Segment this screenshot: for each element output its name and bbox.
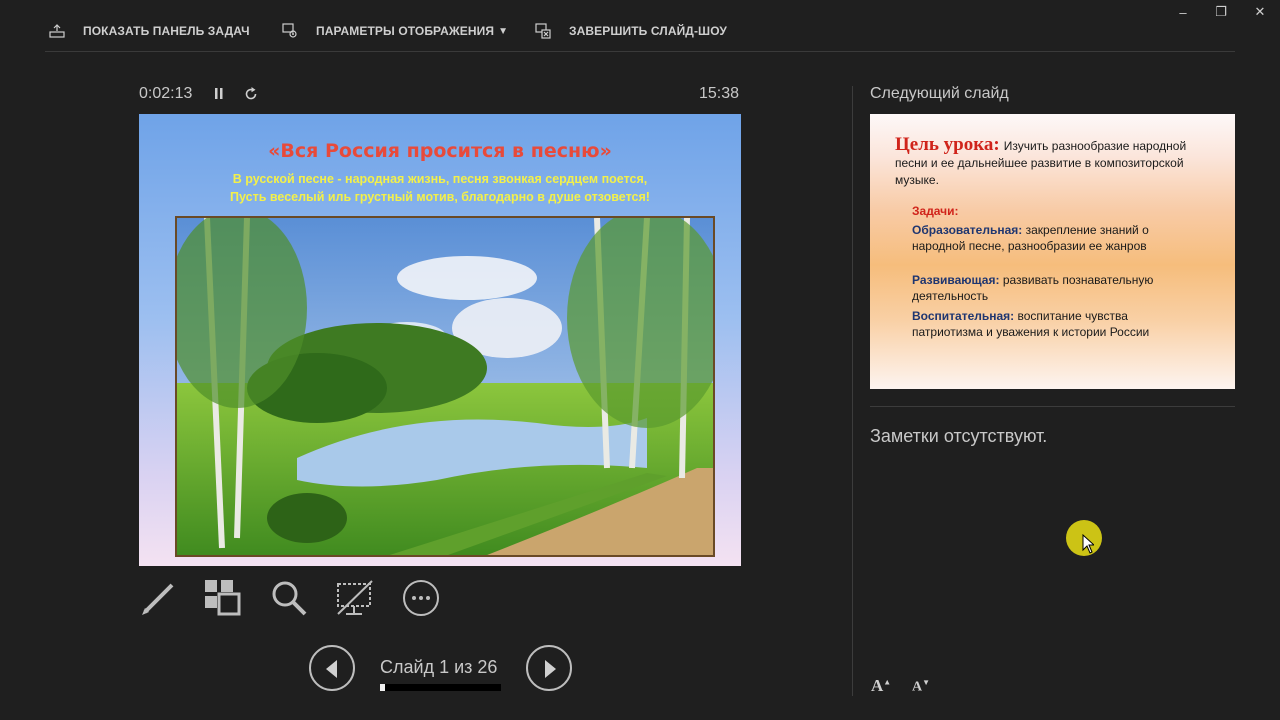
next-slide-label: Следующий слайд [870, 85, 1009, 102]
task-educational: Образовательная: закрепление знаний о на… [912, 222, 1162, 254]
task-developmental: Развивающая: развивать познавательную де… [912, 272, 1162, 304]
show-taskbar-button[interactable]: ПОКАЗАТЬ ПАНЕЛЬ ЗАДАЧ [49, 22, 250, 40]
increase-font-button[interactable]: A▲ [871, 676, 891, 696]
minimize-button[interactable]: – [1173, 4, 1193, 20]
current-slide[interactable]: «Вся Россия просится в песню» В русской … [139, 114, 741, 566]
task-upbringing-head: Воспитательная: [912, 309, 1015, 323]
task-upbringing: Воспитательная: воспитание чувства патри… [912, 308, 1162, 340]
magnifier-icon [272, 581, 307, 616]
end-slideshow-button[interactable]: ЗАВЕРШИТЬ СЛАЙД-ШОУ [535, 22, 727, 40]
slide-subtitle-line-2: Пусть веселый иль грустный мотив, благод… [230, 190, 650, 204]
chevron-down-icon: ▼ [498, 25, 509, 37]
slide-title: «Вся Россия просится в песню» [268, 140, 612, 162]
end-slideshow-label: ЗАВЕРШИТЬ СЛАЙД-ШОУ [569, 24, 727, 38]
close-icon: ✕ [1254, 4, 1266, 19]
pause-timer-button[interactable] [212, 86, 226, 102]
font-decrease-icon: A [912, 679, 923, 695]
speaker-notes[interactable]: Заметки отсутствуют. [870, 426, 1047, 447]
panel-divider[interactable] [852, 86, 853, 696]
pause-icon [215, 88, 223, 99]
font-increase-icon: A [871, 676, 884, 695]
minimize-icon: – [1179, 4, 1187, 20]
tasks-heading: Задачи: [912, 204, 959, 218]
restart-timer-button[interactable] [243, 86, 259, 102]
grid-icon [205, 580, 241, 616]
slide-subtitle-line-1: В русской песне - народная жизнь, песня … [232, 172, 648, 186]
close-button[interactable]: ✕ [1250, 4, 1270, 20]
taskbar-icon [49, 24, 65, 38]
mouse-pointer-icon [1082, 534, 1094, 554]
restart-icon [245, 87, 257, 100]
display-settings-label: ПАРАМЕТРЫ ОТОБРАЖЕНИЯ [316, 24, 495, 38]
landscape-painting [175, 216, 715, 557]
lesson-goal-title: Цель урока: [895, 134, 1000, 155]
black-screen-button[interactable] [335, 578, 375, 618]
slide-progress-fill [380, 684, 385, 691]
screen-off-icon [337, 580, 373, 615]
next-slide-button[interactable] [526, 645, 572, 691]
next-slide-preview[interactable]: Цель урока: Изучить разнообразие народной… [870, 114, 1235, 389]
display-settings-icon [282, 23, 297, 38]
task-educational-head: Образовательная: [912, 223, 1023, 237]
elapsed-timer: 0:02:13 [139, 85, 193, 102]
show-taskbar-label: ПОКАЗАТЬ ПАНЕЛЬ ЗАДАЧ [83, 24, 250, 38]
lesson-goal: Цель урока: Изучить разнообразие народной… [895, 134, 1205, 189]
end-show-icon [535, 23, 551, 39]
pen-tool-button[interactable] [139, 578, 179, 618]
slide-counter[interactable]: Слайд 1 из 26 [380, 657, 497, 678]
slide-progress-bar [380, 684, 501, 691]
notes-divider[interactable] [870, 406, 1235, 407]
ellipsis-icon [403, 580, 439, 616]
restore-button[interactable]: ❐ [1211, 4, 1231, 20]
top-toolbar: ПОКАЗАТЬ ПАНЕЛЬ ЗАДАЧ ПАРАМЕТРЫ ОТОБРАЖЕ… [45, 0, 1235, 52]
current-time: 15:38 [699, 85, 740, 102]
see-all-slides-button[interactable] [203, 578, 243, 618]
task-developmental-head: Развивающая: [912, 273, 1000, 287]
previous-slide-button[interactable] [309, 645, 355, 691]
more-options-button[interactable] [401, 578, 441, 618]
decrease-font-button[interactable]: A▼ [912, 678, 930, 696]
restore-icon: ❐ [1215, 4, 1227, 19]
display-settings-button[interactable]: ПАРАМЕТРЫ ОТОБРАЖЕНИЯ ▼ [282, 22, 508, 40]
zoom-button[interactable] [269, 578, 309, 618]
pen-icon [142, 583, 174, 615]
